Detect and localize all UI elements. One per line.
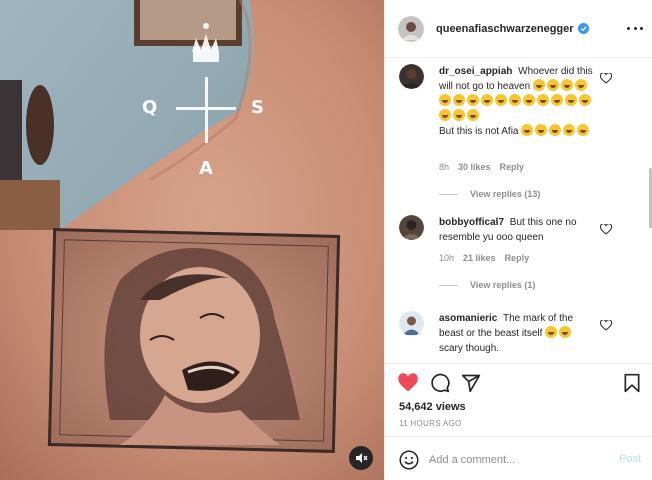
view-replies-button[interactable]: View replies (1) <box>439 280 535 290</box>
laughing-emoji-icon <box>532 79 545 91</box>
mute-button[interactable] <box>349 446 373 470</box>
view-count[interactable]: 54,642 views <box>399 401 466 413</box>
commenter-avatar[interactable] <box>399 215 424 240</box>
comment-reply-button[interactable]: Reply <box>505 253 530 263</box>
comment-username[interactable]: bobbyoffical7 <box>439 217 504 228</box>
comment-text: asomanieric The mark of the beast or the… <box>439 311 599 356</box>
more-icon <box>627 26 630 30</box>
comment-input[interactable] <box>429 451 599 469</box>
verified-badge-icon <box>577 23 589 34</box>
comment-like-heart-icon[interactable] <box>600 224 612 235</box>
laughing-emoji-icon <box>574 79 587 91</box>
author-avatar[interactable] <box>398 15 424 42</box>
laughing-emoji-icon <box>481 94 493 106</box>
author-username[interactable]: queenafiaschwarzenegger <box>436 23 574 35</box>
post-comment-button[interactable]: Post <box>619 453 641 465</box>
comment-age: 10h <box>439 253 455 263</box>
laughing-emoji-icon <box>563 124 576 136</box>
overlay-letter-bottom: A <box>199 158 213 179</box>
comment-reply-button[interactable]: Reply <box>500 162 525 172</box>
post-header: queenafiaschwarzenegger <box>385 0 652 58</box>
emoji-icon[interactable] <box>399 450 419 470</box>
laughing-emoji-icon <box>559 326 572 338</box>
commenter-avatar[interactable] <box>399 64 424 89</box>
laughing-emoji-icon <box>495 94 507 106</box>
overlay-letter-right: S <box>251 97 264 118</box>
comment-meta: 8h 30 likes Reply <box>439 162 524 172</box>
laughing-emoji-group <box>521 124 591 137</box>
comment-age: 8h <box>439 162 450 172</box>
laughing-emoji-icon <box>523 94 535 106</box>
commenter-avatar[interactable] <box>399 311 424 336</box>
laughing-emoji-icon <box>565 94 577 106</box>
laughing-emoji-icon <box>546 79 559 91</box>
comment-likes[interactable]: 21 likes <box>463 253 496 263</box>
comment-meta: 10h 21 likes Reply <box>439 253 529 263</box>
comment-list[interactable]: dr_osei_appiah Whoever did this will not… <box>385 58 652 363</box>
comment-username[interactable]: asomanieric <box>439 313 497 324</box>
comment-username[interactable]: dr_osei_appiah <box>439 66 512 77</box>
laughing-emoji-icon <box>545 326 558 338</box>
comment-like-heart-icon[interactable] <box>600 73 612 84</box>
laughing-emoji-icon <box>439 94 451 106</box>
laughing-emoji-icon <box>551 94 563 106</box>
laughing-emoji-icon <box>549 124 562 136</box>
laughing-emoji-icon <box>453 109 465 121</box>
heart-icon[interactable] <box>398 373 418 393</box>
laughing-emoji-icon <box>467 109 479 121</box>
laughing-emoji-group <box>545 326 573 339</box>
laughing-emoji-icon <box>509 94 521 106</box>
comment-content-2: But this is not Afia <box>439 126 519 137</box>
share-icon[interactable] <box>461 373 481 393</box>
overlay-letter-left: Q <box>142 97 158 118</box>
comment-content-2: scary though. <box>439 343 500 354</box>
comment-text: bobbyoffical7 But this one no resemble y… <box>439 215 599 245</box>
comment-text: dr_osei_appiah Whoever did this will not… <box>439 64 599 139</box>
add-comment-bar: Post <box>385 436 652 480</box>
post-media[interactable]: Q S A <box>0 0 384 480</box>
laughing-emoji-icon <box>467 94 479 106</box>
bookmark-icon[interactable] <box>622 373 642 393</box>
view-replies-button[interactable]: View replies (13) <box>439 189 540 199</box>
laughing-emoji-icon <box>560 79 573 91</box>
mute-icon <box>356 453 368 463</box>
laughing-emoji-icon <box>579 94 591 106</box>
post-side-panel: queenafiaschwarzenegger dr_osei_appiah W… <box>384 0 652 480</box>
laughing-emoji-icon <box>521 124 534 136</box>
comment-icon[interactable] <box>430 373 450 393</box>
comment-likes[interactable]: 30 likes <box>458 162 491 172</box>
post-timestamp[interactable]: 11 HOURS AGO <box>399 419 462 428</box>
laughing-emoji-icon <box>537 94 549 106</box>
comment-like-heart-icon[interactable] <box>600 320 612 331</box>
laughing-emoji-icon <box>535 124 548 136</box>
laughing-emoji-icon <box>439 109 451 121</box>
laughing-emoji-icon <box>453 94 465 106</box>
laughing-emoji-icon <box>577 124 590 136</box>
post-actions: 54,642 views 11 HOURS AGO <box>385 363 652 435</box>
tattoo-photo <box>0 0 384 480</box>
more-options-button[interactable] <box>627 22 643 34</box>
